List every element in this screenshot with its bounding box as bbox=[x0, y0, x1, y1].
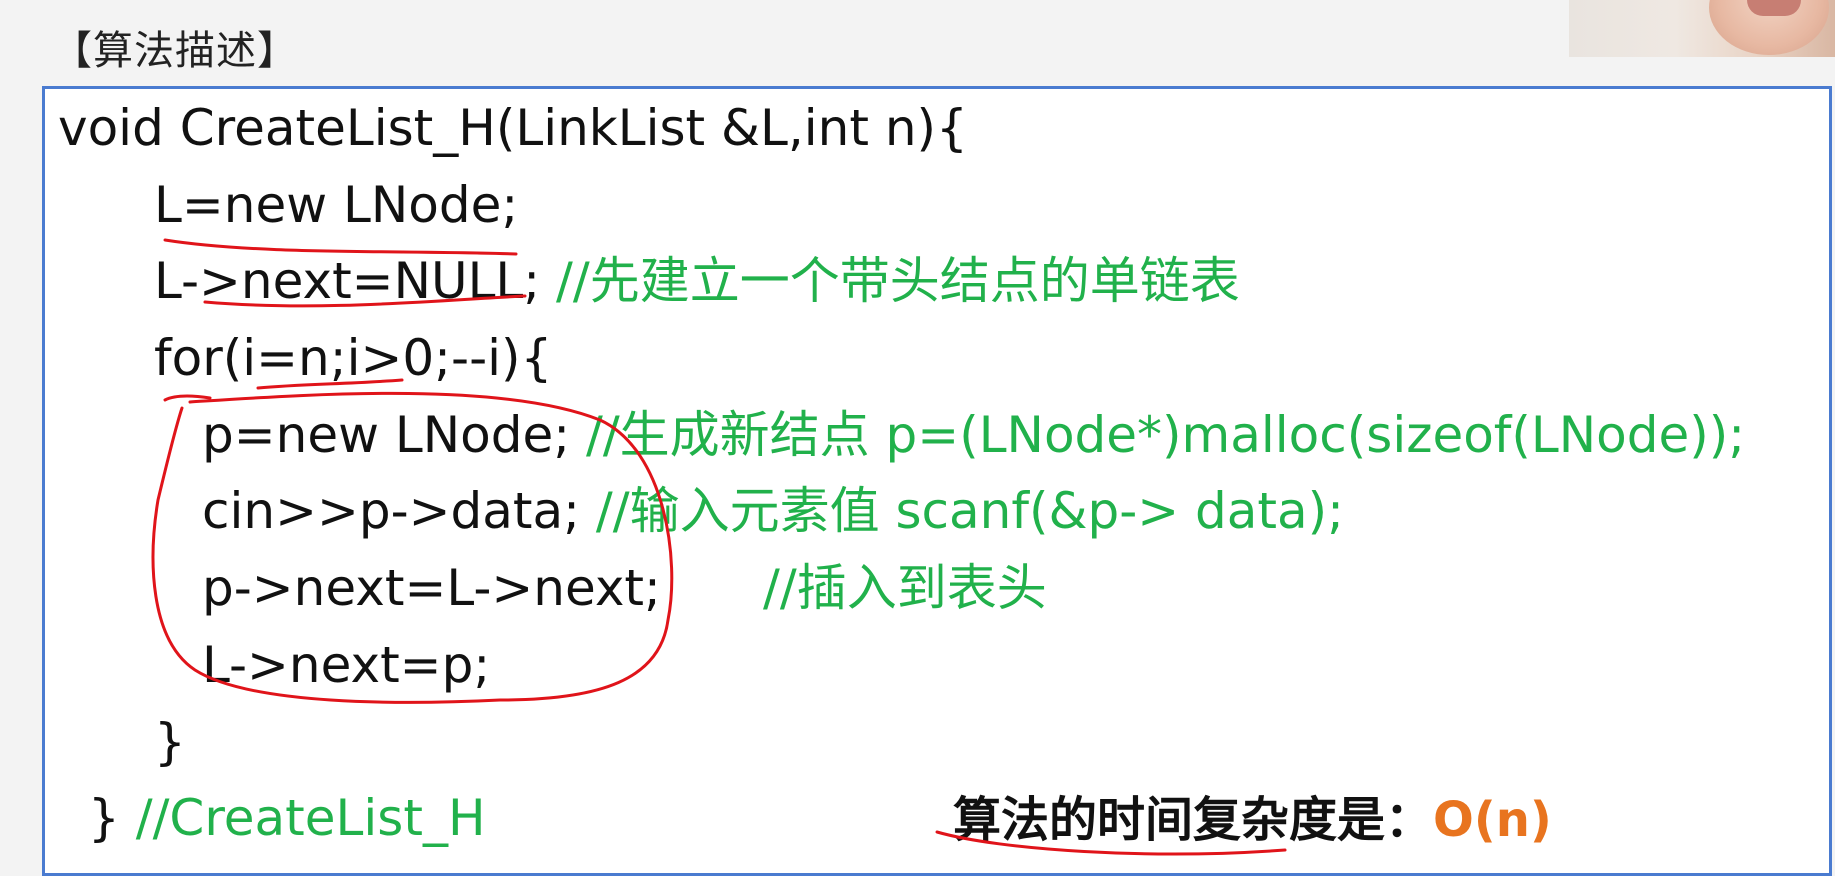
code-line-head-null: L->next=NULL; //先建立一个带头结点的单链表 bbox=[154, 251, 1240, 311]
code-line-input-data: cin>>p->data; //输入元素值 scanf(&p-> data); bbox=[202, 481, 1344, 541]
code-text: cin>>p->data; bbox=[202, 482, 581, 540]
code-line-head-link: L->next=p; bbox=[202, 636, 491, 694]
complexity-value: O(n) bbox=[1433, 792, 1552, 848]
code-line-new-node: p=new LNode; //生成新结点 p=(LNode*)malloc(si… bbox=[202, 405, 1745, 465]
code-comment: //先建立一个带头结点的单链表 bbox=[540, 252, 1240, 310]
code-line-for-loop: for(i=n;i>0;--i){ bbox=[154, 329, 553, 387]
code-comment: //CreateList_H bbox=[135, 789, 486, 847]
code-line-new-head: L=new LNode; bbox=[154, 176, 519, 234]
code-line-link-next: p->next=L->next; bbox=[202, 559, 661, 617]
code-line-function-close: } //CreateList_H bbox=[88, 788, 486, 848]
code-text: L->next=NULL; bbox=[154, 252, 541, 310]
section-heading: 【算法描述】 bbox=[52, 28, 298, 74]
presenter-webcam-thumbnail bbox=[1569, 0, 1835, 57]
code-text: } bbox=[88, 789, 136, 847]
code-line-signature: void CreateList_H(LinkList &L,int n){ bbox=[58, 99, 968, 157]
code-comment: //生成新结点 p=(LNode*)malloc(sizeof(LNode)); bbox=[570, 406, 1746, 464]
code-text: p=new LNode; bbox=[202, 406, 571, 464]
code-line-loop-close: } bbox=[154, 713, 186, 771]
presenter-mouth bbox=[1747, 0, 1801, 16]
code-comment: //输入元素值 scanf(&p-> data); bbox=[580, 482, 1345, 540]
code-comment-insert-head: //插入到表头 bbox=[763, 559, 1047, 617]
complexity-label: 算法的时间复杂度是： bbox=[953, 792, 1434, 848]
time-complexity-note: 算法的时间复杂度是：O(n) bbox=[953, 780, 1552, 850]
